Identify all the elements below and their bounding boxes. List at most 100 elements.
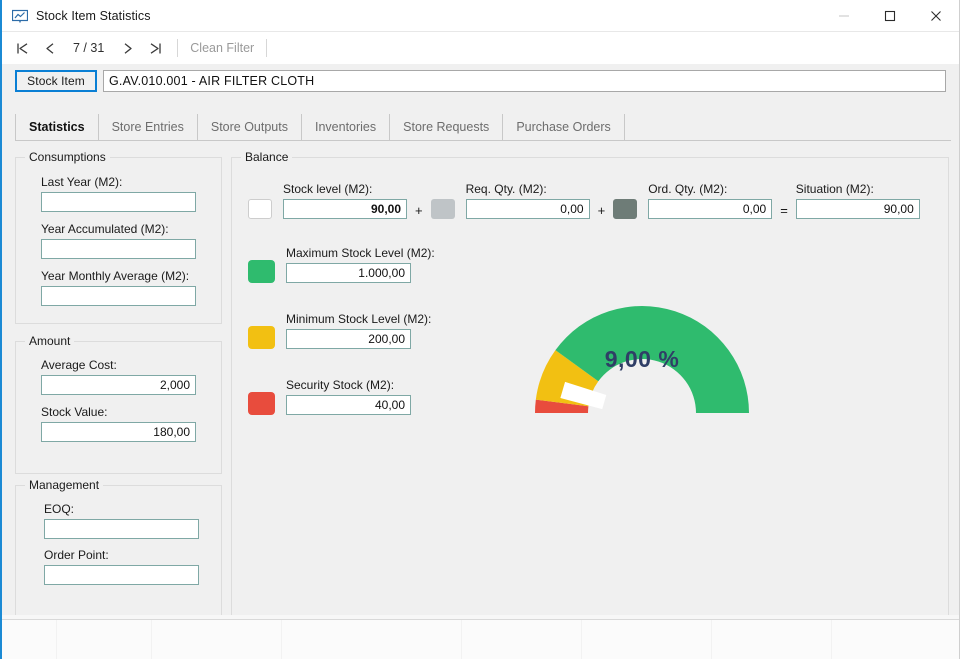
tab-store-requests[interactable]: Store Requests [390, 114, 504, 140]
last-year-field-wrap: Last Year (M2): [41, 175, 196, 212]
gauge-svg [535, 306, 749, 413]
title-bar: Stock Item Statistics [2, 0, 959, 32]
stock-level-swatch-icon [248, 199, 272, 219]
security-stock-input[interactable]: 40,00 [286, 395, 411, 415]
stock-item-button[interactable]: Stock Item [15, 70, 97, 92]
status-cell-5 [462, 620, 582, 659]
status-cell-3 [152, 620, 282, 659]
stock-item-field[interactable]: G.AV.010.001 - AIR FILTER CLOTH [103, 70, 946, 92]
stock-value-label: Stock Value: [41, 405, 108, 419]
minimum-stock-level-row: Minimum Stock Level (M2): 200,00 [248, 312, 431, 349]
ord-qty-swatch-icon [613, 199, 638, 219]
balance-group: Balance Stock level (M2): 90,00 + Req. Q… [231, 150, 949, 616]
year-accumulated-label: Year Accumulated (M2): [41, 222, 169, 236]
security-stock-row: Security Stock (M2): 40,00 [248, 378, 411, 415]
previous-record-icon[interactable] [36, 35, 64, 61]
operator-plus-1: + [415, 203, 423, 218]
status-bar [2, 619, 959, 659]
security-stock-swatch-icon [248, 392, 275, 415]
stock-value-input[interactable]: 180,00 [41, 422, 196, 442]
next-record-icon[interactable] [113, 35, 141, 61]
situation-cell: Situation (M2): 90,00 [795, 182, 920, 219]
req-qty-swatch-icon [430, 199, 455, 219]
window-controls [821, 0, 959, 32]
record-counter: 7 / 31 [73, 41, 105, 55]
stock-value-field-wrap: Stock Value: 180,00 [41, 405, 196, 442]
stock-item-statistics-window: Stock Item Statistics 7 / 31 Clean Filte… [0, 0, 960, 659]
last-year-label: Last Year (M2): [41, 175, 123, 189]
minimum-stock-level-input[interactable]: 200,00 [286, 329, 411, 349]
req-qty-input[interactable]: 0,00 [465, 199, 590, 219]
maximum-stock-level-cell: Maximum Stock Level (M2): 1.000,00 [286, 246, 435, 283]
security-stock-cell: Security Stock (M2): 40,00 [286, 378, 411, 415]
last-record-icon[interactable] [141, 35, 169, 61]
average-cost-field-wrap: Average Cost: 2,000 [41, 358, 196, 395]
year-monthly-average-input[interactable] [41, 286, 196, 306]
maximum-stock-level-row: Maximum Stock Level (M2): 1.000,00 [248, 246, 435, 283]
order-point-label: Order Point: [44, 548, 109, 562]
eoq-field-wrap: EOQ: [44, 502, 199, 539]
clean-filter-button[interactable]: Clean Filter [186, 38, 258, 58]
year-monthly-average-field-wrap: Year Monthly Average (M2): [41, 269, 196, 306]
minimum-stock-level-label: Minimum Stock Level (M2): [286, 312, 432, 326]
management-group: Management EOQ: Order Point: [15, 478, 222, 616]
chart-window-icon [11, 8, 28, 23]
average-cost-label: Average Cost: [41, 358, 117, 372]
status-cell-4 [282, 620, 462, 659]
maximum-stock-level-input[interactable]: 1.000,00 [286, 263, 411, 283]
window-title: Stock Item Statistics [36, 8, 151, 23]
gauge-value-label: 9,00 % [604, 346, 680, 372]
consumptions-group-title: Consumptions [25, 150, 110, 164]
req-qty-cell: Req. Qty. (M2): 0,00 [465, 182, 590, 219]
amount-group: Amount Average Cost: 2,000 Stock Value: … [15, 334, 222, 474]
stock-level-gauge-chart: 9,00 % [472, 250, 812, 430]
year-monthly-average-label: Year Monthly Average (M2): [41, 269, 190, 283]
stock-level-input[interactable]: 90,00 [283, 199, 407, 219]
average-cost-input[interactable]: 2,000 [41, 375, 196, 395]
toolbar-divider-1 [177, 39, 179, 57]
record-navigation-toolbar: 7 / 31 Clean Filter [2, 32, 959, 64]
situation-input[interactable]: 90,00 [795, 199, 920, 219]
operator-plus-2: + [597, 203, 606, 218]
year-accumulated-input[interactable] [41, 239, 196, 259]
stock-level-label: Stock level (M2): [283, 182, 373, 196]
operator-equals: = [780, 203, 788, 218]
management-group-title: Management [25, 478, 104, 492]
req-qty-label: Req. Qty. (M2): [465, 182, 547, 196]
consumptions-group: Consumptions Last Year (M2): Year Accumu… [15, 150, 222, 324]
status-cell-1 [2, 620, 57, 659]
order-point-field-wrap: Order Point: [44, 548, 199, 585]
minimum-stock-level-swatch-icon [248, 326, 275, 349]
balance-group-title: Balance [241, 150, 293, 164]
eoq-label: EOQ: [44, 502, 75, 516]
ord-qty-label: Ord. Qty. (M2): [648, 182, 728, 196]
situation-label: Situation (M2): [795, 182, 874, 196]
eoq-input[interactable] [44, 519, 199, 539]
ord-qty-input[interactable]: 0,00 [648, 199, 773, 219]
status-cell-6 [582, 620, 712, 659]
order-point-input[interactable] [44, 565, 199, 585]
tab-store-entries[interactable]: Store Entries [98, 114, 198, 140]
maximum-stock-level-swatch-icon [248, 260, 275, 283]
tab-strip: Statistics Store Entries Store Outputs I… [15, 114, 951, 141]
minimize-button[interactable] [821, 0, 867, 32]
year-accumulated-field-wrap: Year Accumulated (M2): [41, 222, 196, 259]
stock-level-cell: Stock level (M2): 90,00 [283, 182, 407, 219]
tab-store-outputs[interactable]: Store Outputs [197, 114, 302, 140]
tab-purchase-orders[interactable]: Purchase Orders [503, 114, 625, 140]
tab-statistics[interactable]: Statistics [15, 114, 99, 140]
maximum-stock-level-label: Maximum Stock Level (M2): [286, 246, 435, 260]
first-record-icon[interactable] [8, 35, 36, 61]
status-cell-7 [712, 620, 832, 659]
maximize-button[interactable] [867, 0, 913, 32]
minimum-stock-level-cell: Minimum Stock Level (M2): 200,00 [286, 312, 431, 349]
stock-item-selector-row: Stock Item G.AV.010.001 - AIR FILTER CLO… [15, 70, 946, 92]
amount-group-title: Amount [25, 334, 75, 348]
last-year-input[interactable] [41, 192, 196, 212]
tab-inventories[interactable]: Inventories [301, 114, 391, 140]
status-cell-2 [57, 620, 152, 659]
balance-formula-row: Stock level (M2): 90,00 + Req. Qty. (M2)… [248, 182, 936, 219]
ord-qty-cell: Ord. Qty. (M2): 0,00 [648, 182, 773, 219]
close-button[interactable] [913, 0, 959, 32]
toolbar-divider-2 [266, 39, 268, 57]
